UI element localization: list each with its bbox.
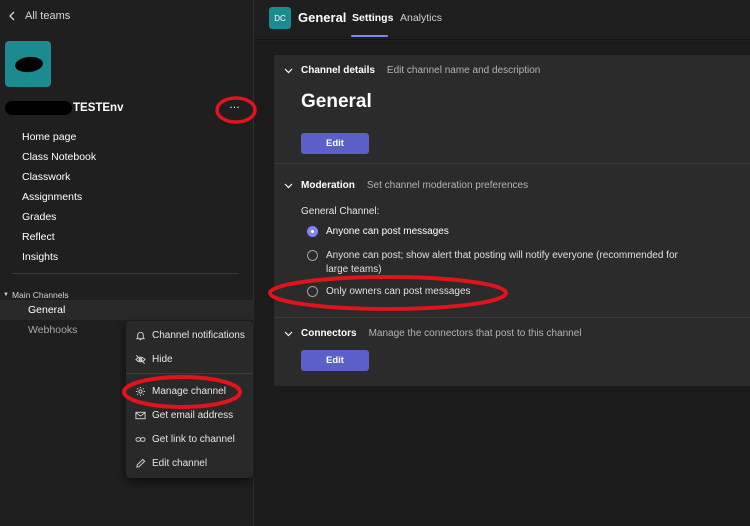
section-label: Main Channels [11,290,69,300]
moderation-group-label: General Channel: [301,206,380,217]
menu-item-get-link[interactable]: Get link to channel [126,427,253,451]
more-options-button[interactable]: … [227,100,243,113]
team-avatar [5,41,51,87]
nav-item-assignments[interactable]: Assignments [22,188,96,208]
channel-name-display: General [301,91,372,112]
channel-context-menu: Channel notifications Hide Manage channe… [126,321,253,478]
menu-item-channel-notifications[interactable]: Channel notifications [126,323,253,347]
nav-item-insights[interactable]: Insights [22,248,96,268]
connectors-header[interactable]: Connectors Manage the connectors that po… [284,328,581,339]
chevron-down-icon [284,183,293,188]
chevron-left-icon [9,11,15,21]
menu-item-manage-channel[interactable]: Manage channel [126,379,253,403]
team-nav: Home page Class Notebook Classwork Assig… [22,128,96,268]
menu-item-edit-channel[interactable]: Edit channel [126,451,253,475]
channel-avatar: DC [269,7,291,29]
menu-item-label: Get link to channel [152,433,235,445]
nav-item-home-page[interactable]: Home page [22,128,96,148]
radio-label: Anyone can post messages [326,226,449,237]
channel-details-panel: Channel details Edit channel name and de… [274,55,750,163]
gear-icon [135,386,146,396]
radio-unselected-icon [307,250,318,261]
main-channels-toggle[interactable]: ▼ Main Channels [3,290,69,300]
sidebar: All teams TESTEnv … Home page Class Note… [0,0,254,526]
menu-item-label: Get email address [152,409,234,421]
chevron-down-icon [284,68,293,73]
menu-divider [126,373,253,374]
radio-anyone-with-alert[interactable]: Anyone can post; show alert that posting… [307,249,702,277]
radio-only-owners[interactable]: Only owners can post messages [307,285,471,299]
radio-anyone-can-post[interactable]: Anyone can post messages [307,225,449,239]
edit-channel-button[interactable]: Edit [301,133,369,154]
tab-settings[interactable]: Settings [352,12,393,24]
radio-unselected-icon [307,286,318,297]
section-description: Set channel moderation preferences [366,180,529,191]
nav-item-classwork[interactable]: Classwork [22,168,96,188]
settings-content: Channel details Edit channel name and de… [255,41,750,526]
section-title: Connectors [301,328,357,339]
tab-analytics[interactable]: Analytics [400,12,442,24]
nav-item-reflect[interactable]: Reflect [22,228,96,248]
nav-item-grades[interactable]: Grades [22,208,96,228]
back-to-all-teams[interactable]: All teams [8,8,70,24]
radio-label: Anyone can post; show alert that posting… [326,250,678,275]
menu-item-label: Hide [152,353,173,365]
channel-item-general[interactable]: General [0,300,254,320]
back-label: All teams [25,10,71,22]
eye-off-icon [135,354,146,364]
mail-icon [135,411,146,419]
section-description: Edit channel name and description [386,65,541,76]
caret-down-icon: ▼ [3,292,9,298]
active-tab-indicator [351,35,388,37]
channel-title: General [298,10,347,25]
radio-selected-icon [307,226,318,237]
team-name: TESTEnv [73,102,124,114]
pencil-icon [136,458,146,468]
section-title: Channel details [301,65,375,76]
menu-item-label: Manage channel [152,385,226,397]
channel-details-header[interactable]: Channel details Edit channel name and de… [284,65,540,76]
connectors-panel: Connectors Manage the connectors that po… [274,318,750,386]
divider [12,273,239,274]
menu-item-label: Channel notifications [152,329,245,341]
channel-header: DC General Settings Analytics [255,0,750,40]
menu-item-label: Edit channel [152,457,208,469]
moderation-header[interactable]: Moderation Set channel moderation prefer… [284,180,528,191]
link-icon [135,436,146,442]
nav-item-class-notebook[interactable]: Class Notebook [22,148,96,168]
section-description: Manage the connectors that post to this … [368,328,582,339]
redaction-mark [5,101,72,115]
redaction-mark [14,55,44,74]
menu-item-get-email-address[interactable]: Get email address [126,403,253,427]
bell-icon [135,331,146,340]
radio-label: Only owners can post messages [326,286,471,297]
moderation-panel: Moderation Set channel moderation prefer… [274,164,750,317]
team-name-row: TESTEnv [5,100,123,116]
chevron-down-icon [284,331,293,336]
edit-connectors-button[interactable]: Edit [301,350,369,371]
section-title: Moderation [301,180,355,191]
menu-item-hide[interactable]: Hide [126,347,253,371]
